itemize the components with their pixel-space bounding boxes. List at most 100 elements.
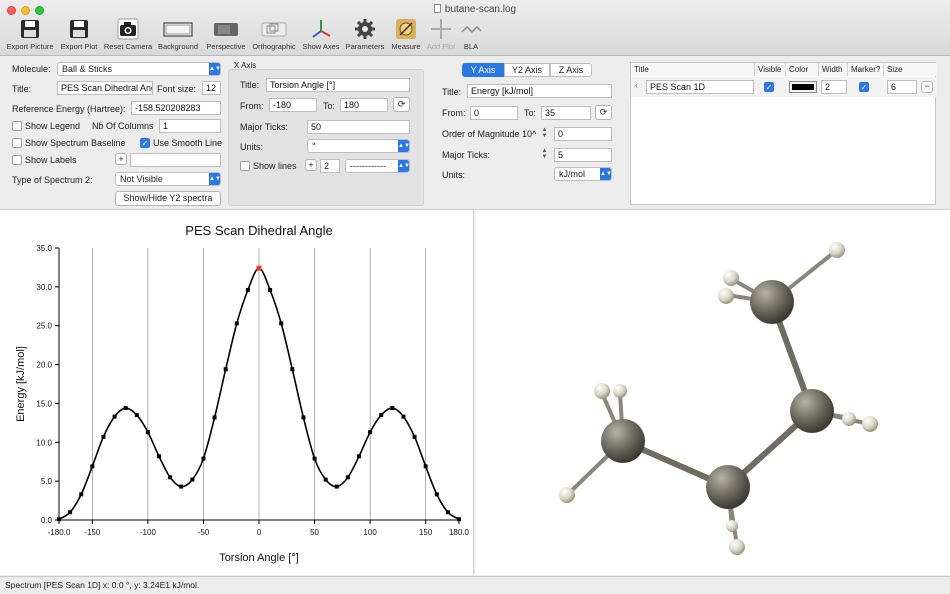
data-point-marker[interactable] — [279, 321, 284, 326]
selected-point-marker[interactable] — [256, 265, 262, 271]
plot-title-input[interactable]: PES Scan Dihedral Ang — [57, 81, 153, 95]
data-point-marker[interactable] — [423, 464, 428, 469]
molecule-viewer[interactable] — [475, 209, 950, 575]
show-legend-checkbox[interactable] — [12, 121, 22, 131]
smooth-line-checkbox[interactable]: ✓ — [140, 138, 150, 148]
show-baseline-checkbox[interactable] — [12, 138, 22, 148]
data-point-marker[interactable] — [179, 484, 184, 489]
x-from-input[interactable]: -180 — [269, 98, 317, 112]
data-point-marker[interactable] — [412, 434, 417, 439]
data-point-marker[interactable] — [401, 414, 406, 419]
y-range-reset-button[interactable]: ⟳ — [595, 105, 612, 120]
chevron-left-icon[interactable]: ‹ — [635, 80, 638, 90]
data-point-marker[interactable] — [457, 517, 461, 522]
y-from-input[interactable]: 0 — [470, 106, 518, 120]
line-style-select[interactable]: ------------ ▲▼ — [345, 159, 410, 173]
col-header-color[interactable]: Color — [786, 63, 819, 76]
y-major-ticks-input[interactable]: 5 — [554, 148, 612, 162]
lines-plus-button[interactable]: + — [305, 159, 317, 171]
col-header-width[interactable]: Width — [819, 63, 848, 76]
orthographic-button[interactable]: Orthographic — [250, 18, 298, 51]
data-point-marker[interactable] — [112, 414, 117, 419]
order-magnitude-input[interactable]: 0 — [554, 127, 612, 141]
remove-spectrum-button[interactable]: − — [921, 81, 933, 93]
label-font-button[interactable]: + — [115, 153, 127, 165]
export-picture-button[interactable]: Export Picture — [4, 18, 56, 51]
data-point-marker[interactable] — [301, 415, 306, 420]
col-header-visible[interactable]: Visible — [755, 63, 786, 76]
show-axes-button[interactable]: Show Axes — [301, 18, 341, 51]
export-plot-button[interactable]: Export Plot — [58, 18, 100, 51]
data-point-marker[interactable] — [268, 287, 273, 292]
x-range-reset-button[interactable]: ⟳ — [393, 97, 410, 112]
data-point-marker[interactable] — [57, 517, 61, 522]
data-point-marker[interactable] — [190, 477, 195, 482]
data-point-marker[interactable] — [345, 475, 350, 480]
lines-count-input[interactable]: 2 — [320, 159, 340, 173]
data-point-marker[interactable] — [134, 413, 139, 418]
data-point-marker[interactable] — [290, 367, 295, 372]
y-title-input[interactable]: Energy [kJ/mol] — [467, 84, 612, 98]
data-point-marker[interactable] — [90, 464, 95, 469]
data-point-marker[interactable] — [334, 484, 339, 489]
butane-molecule[interactable] — [475, 210, 950, 576]
data-point-marker[interactable] — [79, 492, 84, 497]
reference-energy-input[interactable]: -158.520208283 — [131, 101, 221, 115]
spectrum-visible-checkbox[interactable]: ✓ — [764, 82, 774, 92]
col-header-marker[interactable]: Marker? — [848, 63, 884, 76]
molecule-select[interactable]: Ball & Sticks ▲▼ — [57, 62, 221, 76]
col-header-title[interactable]: Title — [631, 63, 755, 76]
measure-button[interactable]: Measure — [389, 18, 423, 51]
data-point-marker[interactable] — [223, 367, 228, 372]
nb-columns-input[interactable]: 1 — [159, 119, 221, 133]
data-point-marker[interactable] — [390, 406, 395, 411]
parameters-button[interactable]: Parameters — [344, 18, 386, 51]
spectrum2-select[interactable]: Not Visible ▲▼ — [115, 172, 221, 186]
reset-camera-button[interactable]: Reset Camera — [102, 18, 154, 51]
data-point-marker[interactable] — [157, 454, 161, 459]
col-header-size[interactable]: Size — [884, 63, 937, 76]
data-point-marker[interactable] — [323, 477, 328, 482]
data-point-marker[interactable] — [168, 475, 173, 480]
y-to-input[interactable]: 35 — [541, 106, 591, 120]
font-size-input[interactable]: 12 — [202, 81, 221, 95]
tab-y-axis[interactable]: Y Axis — [462, 63, 504, 77]
x-units-select[interactable]: ° ▲▼ — [307, 139, 410, 153]
x-to-input[interactable]: 180 — [340, 98, 388, 112]
showhide-y2-button[interactable]: Show/Hide Y2 spectra — [115, 191, 221, 206]
y-major-ticks-stepper[interactable]: ▲ ▼ — [541, 148, 548, 161]
add-plot-button[interactable]: Add Plot — [425, 18, 457, 51]
data-point-marker[interactable] — [379, 413, 384, 418]
data-point-marker[interactable] — [68, 510, 73, 515]
spectrum-color-well[interactable] — [789, 81, 817, 93]
data-point-marker[interactable] — [312, 456, 317, 461]
table-row[interactable]: ‹ PES Scan 1D ✓ 2 ✓ 6 − — [631, 77, 937, 97]
x-major-ticks-input[interactable]: 50 — [307, 120, 410, 134]
spectrum-marker-checkbox[interactable]: ✓ — [859, 82, 869, 92]
data-point-marker[interactable] — [212, 415, 217, 420]
show-lines-checkbox[interactable] — [240, 161, 250, 171]
data-point-marker[interactable] — [101, 434, 106, 439]
show-labels-checkbox[interactable] — [12, 155, 22, 165]
background-button[interactable]: Background — [156, 18, 200, 51]
spectrum-title-input[interactable]: PES Scan 1D — [646, 80, 754, 94]
data-point-marker[interactable] — [123, 406, 128, 411]
order-magnitude-stepper[interactable]: ▲ ▼ — [541, 127, 548, 140]
x-title-input[interactable]: Torsion Angle [°] — [266, 78, 410, 92]
data-point-marker[interactable] — [145, 430, 150, 435]
pes-scan-chart[interactable]: PES Scan Dihedral Angle 0.0 5.0 10.0 15.0 20… — [0, 210, 474, 576]
plot-area[interactable]: PES Scan Dihedral Angle 0.0 5.0 10.0 15.0 20… — [0, 209, 474, 575]
perspective-button[interactable]: Perspective — [205, 18, 247, 51]
tab-y2-axis[interactable]: Y2 Axis — [504, 63, 550, 77]
tab-z-axis[interactable]: Z Axis — [550, 63, 592, 77]
data-point-marker[interactable] — [357, 454, 361, 459]
data-point-marker[interactable] — [434, 492, 439, 497]
data-point-marker[interactable] — [368, 430, 373, 435]
spectrum-width-input[interactable]: 2 — [821, 80, 847, 94]
data-point-marker[interactable] — [445, 510, 450, 515]
data-point-marker[interactable] — [234, 321, 239, 326]
spectrum-size-input[interactable]: 6 — [887, 80, 917, 94]
data-point-marker[interactable] — [245, 287, 250, 292]
data-point-marker[interactable] — [201, 456, 206, 461]
y-units-select[interactable]: kJ/mol ▲▼ — [554, 167, 612, 181]
